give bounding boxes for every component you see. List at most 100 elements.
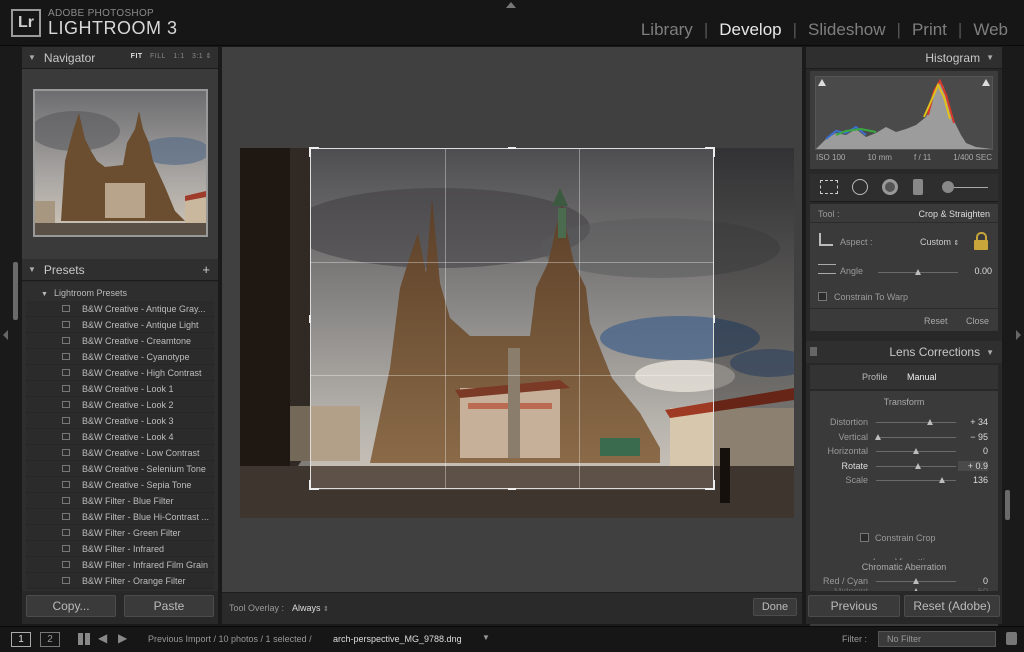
preset-item[interactable]: B&W Creative - Low Contrast bbox=[26, 445, 214, 461]
preset-item[interactable]: B&W Creative - Look 4 bbox=[26, 429, 214, 445]
crop-handle[interactable] bbox=[508, 488, 516, 490]
highlight-clipping-icon[interactable] bbox=[982, 79, 990, 86]
brush-knob-icon[interactable] bbox=[942, 181, 954, 193]
lock-icon[interactable] bbox=[974, 240, 988, 250]
filter-select[interactable]: No Filter bbox=[878, 631, 996, 647]
back-arrow-icon[interactable]: ◀ bbox=[98, 631, 107, 645]
aspect-select[interactable]: Custom ⇕ bbox=[920, 237, 959, 247]
preset-item[interactable]: B&W Filter - Blue Filter bbox=[26, 493, 214, 509]
crop-tool-icon[interactable] bbox=[820, 180, 838, 194]
zoom-fill[interactable]: FILL bbox=[150, 53, 166, 60]
presets-header[interactable]: ▼ Presets + bbox=[22, 259, 218, 281]
left-panel-toggle-icon[interactable] bbox=[3, 330, 8, 340]
lens-corrections-header[interactable]: Lens Corrections ▼ bbox=[806, 341, 1002, 363]
tool-overlay-select[interactable]: Always ⇕ bbox=[292, 603, 329, 613]
reset-adobe-button-bar[interactable]: Reset (Adobe) bbox=[904, 595, 1000, 617]
slider-value[interactable]: + 34 bbox=[958, 417, 988, 427]
preset-item[interactable]: B&W Creative - Antique Gray... bbox=[26, 301, 214, 317]
red-eye-icon[interactable] bbox=[882, 179, 898, 195]
preset-item[interactable]: B&W Creative - Selenium Tone bbox=[26, 461, 214, 477]
shadow-clipping-icon[interactable] bbox=[818, 79, 826, 86]
slider-knob[interactable] bbox=[915, 269, 921, 275]
zoom-3-1[interactable]: 3:1 bbox=[192, 53, 203, 60]
paste-button-bar[interactable]: Paste bbox=[124, 595, 214, 617]
brush-slider[interactable] bbox=[954, 187, 988, 188]
navigator-header[interactable]: ▼ Navigator FIT FILL 1:1 3:1 ⇕ bbox=[22, 47, 218, 69]
slider-track[interactable] bbox=[876, 462, 956, 469]
slider-track[interactable] bbox=[876, 477, 956, 483]
right-scrollbar[interactable] bbox=[1005, 490, 1010, 520]
preset-item[interactable]: B&W Creative - Sepia Tone bbox=[26, 477, 214, 493]
module-develop[interactable]: Develop bbox=[719, 20, 781, 40]
preset-item[interactable]: B&W Creative - Look 3 bbox=[26, 413, 214, 429]
grid-view-icon[interactable] bbox=[78, 633, 90, 645]
zoom-1-1[interactable]: 1:1 bbox=[173, 53, 184, 60]
module-web[interactable]: Web bbox=[973, 20, 1008, 40]
slider-value[interactable]: + 0.9 bbox=[958, 460, 988, 471]
slider-track[interactable] bbox=[876, 448, 956, 454]
crop-handle[interactable] bbox=[713, 315, 715, 323]
straighten-tool-icon[interactable] bbox=[818, 264, 836, 274]
slider-knob[interactable] bbox=[875, 433, 882, 440]
crop-handle[interactable] bbox=[309, 147, 319, 157]
crop-frame[interactable] bbox=[309, 147, 715, 490]
slider-knob[interactable] bbox=[939, 477, 946, 483]
slider-track[interactable] bbox=[875, 433, 956, 440]
right-panel-toggle-icon[interactable] bbox=[1016, 330, 1021, 340]
crop-handle[interactable] bbox=[508, 147, 516, 149]
graduated-filter-icon[interactable] bbox=[913, 179, 923, 195]
preset-item[interactable]: B&W Creative - Creamtone bbox=[26, 333, 214, 349]
copy-button-bar[interactable]: Copy... bbox=[26, 595, 116, 617]
slider-track[interactable] bbox=[876, 419, 956, 425]
module-slideshow[interactable]: Slideshow bbox=[808, 20, 886, 40]
spot-removal-icon[interactable] bbox=[852, 179, 868, 195]
slider-knob[interactable] bbox=[926, 419, 933, 425]
left-scrollbar[interactable] bbox=[13, 262, 18, 320]
preset-item[interactable]: B&W Creative - Look 1 bbox=[26, 381, 214, 397]
preset-folder[interactable]: ▼ Lightroom Presets bbox=[26, 285, 214, 301]
tab-profile[interactable]: Profile bbox=[862, 372, 888, 382]
crop-handle[interactable] bbox=[309, 315, 311, 323]
preset-item[interactable]: B&W Creative - High Contrast bbox=[26, 365, 214, 381]
red-cyan-slider[interactable] bbox=[876, 578, 956, 584]
filename-menu-icon[interactable]: ▼ bbox=[482, 633, 490, 642]
forward-arrow-icon[interactable]: ▶ bbox=[118, 631, 127, 645]
zoom-fit[interactable]: FIT bbox=[131, 53, 143, 60]
module-library[interactable]: Library bbox=[641, 20, 693, 40]
crop-reset-button[interactable]: Reset bbox=[924, 316, 948, 326]
slider-value[interactable]: − 95 bbox=[958, 432, 988, 442]
filename[interactable]: arch-perspective_MG_9788.dng bbox=[333, 634, 462, 644]
slider-knob[interactable] bbox=[915, 462, 922, 469]
source-path[interactable]: Previous Import / 10 photos / 1 selected… bbox=[148, 634, 312, 644]
top-panel-toggle-icon[interactable] bbox=[506, 2, 516, 8]
tab-manual[interactable]: Manual bbox=[907, 372, 937, 382]
slider-knob[interactable] bbox=[913, 448, 919, 454]
crop-handle[interactable] bbox=[705, 480, 715, 490]
preset-item[interactable]: B&W Creative - Cyanotype bbox=[26, 349, 214, 365]
navigator-preview[interactable] bbox=[33, 89, 208, 237]
preset-item[interactable]: B&W Filter - Green Filter bbox=[26, 525, 214, 541]
previous-button-bar[interactable]: Previous bbox=[808, 595, 900, 617]
constrain-crop-checkbox[interactable] bbox=[860, 533, 869, 542]
preset-item[interactable]: B&W Filter - Infrared bbox=[26, 541, 214, 557]
slider-value[interactable]: 136 bbox=[958, 475, 988, 485]
view-1-button[interactable]: 1 bbox=[11, 632, 31, 647]
preset-item[interactable]: B&W Filter - Blue Hi-Contrast ... bbox=[26, 509, 214, 525]
constrain-warp-checkbox[interactable] bbox=[818, 292, 827, 301]
done-button[interactable]: Done bbox=[753, 598, 797, 616]
filter-lock-icon[interactable] bbox=[1006, 632, 1017, 645]
preset-item[interactable]: B&W Filter - Infrared Film Grain bbox=[26, 557, 214, 573]
crop-handle[interactable] bbox=[309, 480, 319, 490]
preset-item[interactable]: B&W Filter - Orange Filter bbox=[26, 573, 214, 589]
add-preset-icon[interactable]: + bbox=[202, 262, 210, 277]
angle-slider[interactable] bbox=[878, 269, 958, 275]
view-2-button[interactable]: 2 bbox=[40, 632, 60, 647]
panel-switch-icon[interactable] bbox=[810, 347, 817, 356]
slider-knob[interactable] bbox=[913, 578, 919, 584]
preset-item[interactable]: B&W Creative - Antique Light bbox=[26, 317, 214, 333]
histogram-header[interactable]: Histogram ▼ bbox=[806, 47, 1002, 69]
crop-handle[interactable] bbox=[705, 147, 715, 157]
crop-close-button[interactable]: Close bbox=[966, 316, 989, 326]
module-print[interactable]: Print bbox=[912, 20, 947, 40]
preset-item[interactable]: B&W Creative - Look 2 bbox=[26, 397, 214, 413]
